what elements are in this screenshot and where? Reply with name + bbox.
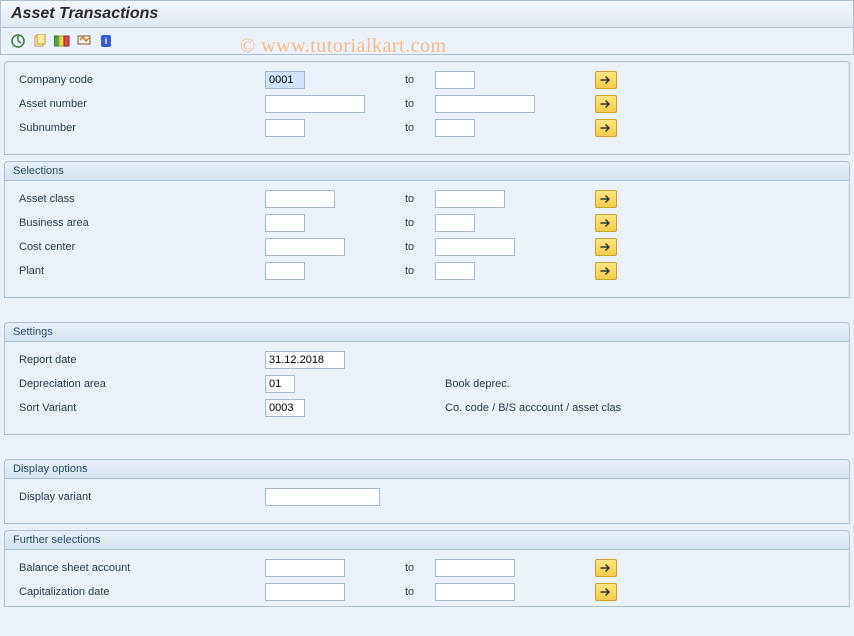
asset-number-to-label: to — [405, 98, 435, 110]
subnumber-to-input[interactable] — [435, 119, 475, 137]
report-date-row: Report date — [15, 348, 839, 372]
asset-class-from-input[interactable] — [265, 190, 335, 208]
capitalization-date-label: Capitalization date — [15, 586, 265, 598]
group-display-title: Display options — [5, 460, 849, 479]
plant-to-input[interactable] — [435, 262, 475, 280]
dynamic-selections-icon[interactable] — [75, 32, 93, 50]
business-area-to-input[interactable] — [435, 214, 475, 232]
cost-center-row: Cost center to — [15, 235, 839, 259]
capitalization-date-row: Capitalization date to — [15, 580, 839, 604]
asset-number-from-input[interactable] — [265, 95, 365, 113]
content: Company codetoAsset numbertoSubnumberto … — [0, 55, 854, 613]
asset-class-to-input[interactable] — [435, 190, 505, 208]
asset-number-label: Asset number — [15, 98, 265, 110]
svg-text:i: i — [105, 36, 108, 46]
asset-class-label: Asset class — [15, 193, 265, 205]
company-code-label: Company code — [15, 74, 265, 86]
selection-options-icon[interactable] — [53, 32, 71, 50]
subnumber-from-input[interactable] — [265, 119, 305, 137]
asset-class-to-label: to — [405, 193, 435, 205]
info-icon[interactable]: i — [97, 32, 115, 50]
plant-from-input[interactable] — [265, 262, 305, 280]
page-title: Asset Transactions — [0, 0, 854, 28]
group-further-selections: Further selections Balance sheet account… — [4, 530, 850, 607]
balance-sheet-account-from-input[interactable] — [265, 559, 345, 577]
display-variant-label: Display variant — [15, 491, 265, 503]
group-settings-title: Settings — [5, 323, 849, 342]
balance-sheet-account-to-label: to — [405, 562, 435, 574]
multiple-selection-button[interactable] — [595, 214, 617, 232]
group-settings: Settings Report date Depreciation area Boo… — [4, 322, 850, 435]
multiple-selection-button[interactable] — [595, 190, 617, 208]
capitalization-date-to-label: to — [405, 586, 435, 598]
capitalization-date-from-input[interactable] — [265, 583, 345, 601]
balance-sheet-account-label: Balance sheet account — [15, 562, 265, 574]
depreciation-area-row: Depreciation area Book deprec. — [15, 372, 839, 396]
group-selections-title: Selections — [5, 162, 849, 181]
sort-variant-row: Sort Variant Co. code / B/S acccount / as… — [15, 396, 839, 420]
multiple-selection-button[interactable] — [595, 71, 617, 89]
company-code-from-input[interactable] — [265, 71, 305, 89]
multiple-selection-button[interactable] — [595, 95, 617, 113]
depreciation-area-input[interactable] — [265, 375, 295, 393]
report-date-label: Report date — [15, 354, 265, 366]
plant-label: Plant — [15, 265, 265, 277]
balance-sheet-account-row: Balance sheet account to — [15, 556, 839, 580]
business-area-to-label: to — [405, 217, 435, 229]
multiple-selection-button[interactable] — [595, 119, 617, 137]
capitalization-date-to-input[interactable] — [435, 583, 515, 601]
group-selections: Selections Asset classtoBusiness areatoC… — [4, 161, 850, 298]
depreciation-area-description: Book deprec. — [405, 378, 510, 390]
sort-variant-label: Sort Variant — [15, 402, 265, 414]
company-code-to-label: to — [405, 74, 435, 86]
toolbar: i — [0, 28, 854, 55]
cost-center-from-input[interactable] — [265, 238, 345, 256]
business-area-label: Business area — [15, 217, 265, 229]
subnumber-row: Subnumber to — [15, 116, 839, 140]
asset-number-to-input[interactable] — [435, 95, 535, 113]
multiple-selection-button[interactable] — [595, 238, 617, 256]
cost-center-label: Cost center — [15, 241, 265, 253]
cost-center-to-label: to — [405, 241, 435, 253]
asset-class-row: Asset class to — [15, 187, 839, 211]
execute-icon[interactable] — [9, 32, 27, 50]
sort-variant-description: Co. code / B/S acccount / asset clas — [405, 402, 621, 414]
group-display-options: Display options Display variant — [4, 459, 850, 524]
plant-row: Plant to — [15, 259, 839, 283]
group-further-title: Further selections — [5, 531, 849, 550]
report-date-input[interactable] — [265, 351, 345, 369]
display-variant-input[interactable] — [265, 488, 380, 506]
subnumber-label: Subnumber — [15, 122, 265, 134]
business-area-row: Business area to — [15, 211, 839, 235]
top-selection-block: Company code to Asset number to Subnumber to — [4, 61, 850, 155]
asset-number-row: Asset number to — [15, 92, 839, 116]
multiple-selection-button[interactable] — [595, 262, 617, 280]
business-area-from-input[interactable] — [265, 214, 305, 232]
cost-center-to-input[interactable] — [435, 238, 515, 256]
company-code-to-input[interactable] — [435, 71, 475, 89]
display-variant-row: Display variant — [15, 485, 839, 509]
company-code-row: Company code to — [15, 68, 839, 92]
depreciation-area-label: Depreciation area — [15, 378, 265, 390]
balance-sheet-account-to-input[interactable] — [435, 559, 515, 577]
subnumber-to-label: to — [405, 122, 435, 134]
get-variant-icon[interactable] — [31, 32, 49, 50]
multiple-selection-button[interactable] — [595, 583, 617, 601]
plant-to-label: to — [405, 265, 435, 277]
sort-variant-input[interactable] — [265, 399, 305, 417]
multiple-selection-button[interactable] — [595, 559, 617, 577]
